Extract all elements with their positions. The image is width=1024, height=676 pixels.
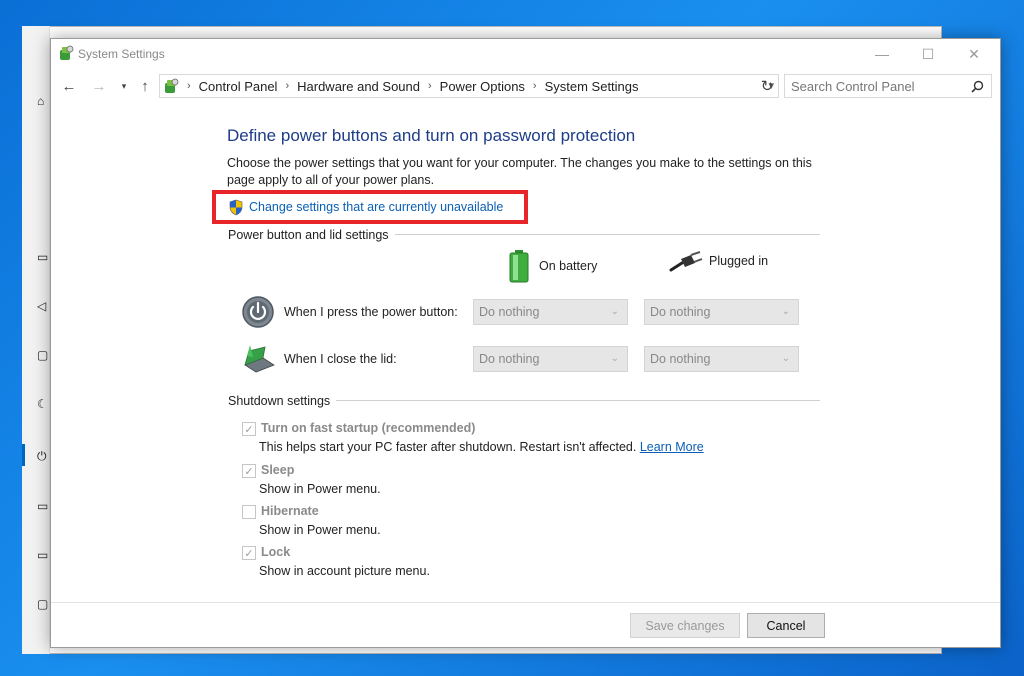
sleep-label: Sleep — [261, 463, 295, 477]
lock-description: Show in account picture menu. — [259, 564, 430, 578]
focus-icon: ☾ — [37, 397, 48, 411]
forward-button[interactable]: → — [89, 76, 109, 96]
notifications-icon: ▢ — [37, 348, 49, 362]
power-button-row: When I press the power button: — [241, 295, 458, 329]
close-lid-label: When I close the lid: — [284, 352, 397, 366]
laptop-lid-icon — [244, 345, 275, 373]
on-battery-label: On battery — [539, 259, 598, 273]
power-section-title: Power button and lid settings — [228, 228, 395, 242]
breadcrumb-separator-icon: › — [285, 80, 290, 92]
search-box[interactable] — [784, 74, 992, 98]
hibernate-checkbox[interactable] — [242, 505, 256, 519]
power-button-plugged-select[interactable]: Do nothing ⌄ — [644, 299, 799, 325]
forward-arrow-icon: → — [91, 77, 107, 95]
sleep-checkbox[interactable]: ✓ — [242, 464, 256, 478]
close-button[interactable]: ✕ — [951, 39, 997, 69]
select-value: Do nothing — [479, 352, 540, 366]
close-lid-plugged-select[interactable]: Do nothing ⌄ — [644, 346, 799, 372]
on-battery-header: On battery — [507, 249, 597, 283]
control-panel-icon — [60, 45, 74, 60]
up-arrow-icon: ↑ — [141, 77, 149, 95]
search-icon[interactable] — [971, 80, 984, 93]
multitasking-icon: ▢ — [37, 597, 49, 611]
close-lid-row: When I close the lid: — [241, 343, 397, 375]
chevron-down-icon: ⌄ — [610, 353, 619, 364]
checkmark-icon: ✓ — [244, 547, 254, 560]
change-settings-link[interactable]: Change settings that are currently unava… — [249, 200, 503, 214]
storage-icon: ▭ — [37, 499, 49, 513]
lock-checkbox[interactable]: ✓ — [242, 546, 256, 560]
fast-startup-label: Turn on fast startup (recommended) — [261, 421, 476, 435]
refresh-icon: ↻ — [760, 78, 774, 95]
checkmark-icon: ✓ — [244, 423, 254, 436]
recent-locations-button[interactable]: ▾ — [114, 76, 134, 96]
minimize-icon: — — [875, 46, 889, 62]
home-icon: ⌂ — [37, 94, 45, 108]
close-lid-battery-select[interactable]: Do nothing ⌄ — [473, 346, 628, 372]
control-panel-icon — [165, 78, 179, 93]
system-settings-window: System Settings — ☐ ✕ ← → ▾ ↑ › Control … — [50, 38, 1001, 648]
breadcrumb-system-settings[interactable]: System Settings — [545, 79, 639, 94]
close-icon: ✕ — [968, 45, 980, 62]
title-bar: System Settings — ☐ ✕ — [51, 39, 1000, 69]
minimize-button[interactable]: — — [859, 39, 905, 69]
footer-divider — [51, 602, 1000, 603]
chevron-down-icon: ⌄ — [610, 306, 619, 317]
back-button[interactable]: ← — [59, 76, 79, 96]
selected-indicator — [22, 444, 25, 466]
navigation-bar: ← → ▾ ↑ › Control Panel › Hardware and S… — [51, 73, 1000, 99]
learn-more-link[interactable]: Learn More — [640, 440, 704, 454]
change-settings-highlight: Change settings that are currently unava… — [212, 190, 528, 224]
uac-shield-icon — [229, 199, 243, 215]
search-input[interactable] — [791, 78, 967, 94]
power-button-battery-select[interactable]: Do nothing ⌄ — [473, 299, 628, 325]
fast-startup-checkbox[interactable]: ✓ — [242, 422, 256, 436]
shutdown-section-title: Shutdown settings — [228, 394, 337, 408]
window-title: System Settings — [78, 47, 165, 61]
breadcrumb-separator-icon: › — [532, 80, 537, 92]
select-value: Do nothing — [650, 305, 711, 319]
power-icon: ⏻ — [37, 449, 47, 463]
select-value: Do nothing — [650, 352, 711, 366]
refresh-button[interactable]: ↻ — [757, 76, 777, 96]
breadcrumb-power-options[interactable]: Power Options — [440, 79, 525, 94]
hibernate-label: Hibernate — [261, 504, 319, 518]
fast-startup-description: This helps start your PC faster after sh… — [259, 440, 704, 454]
chevron-down-icon: ⌄ — [781, 353, 790, 364]
tablet-icon: ▭ — [37, 548, 49, 562]
back-arrow-icon: ← — [61, 77, 77, 95]
breadcrumb-control-panel[interactable]: Control Panel — [199, 79, 278, 94]
power-plug-icon — [669, 251, 703, 272]
lock-label: Lock — [261, 545, 291, 559]
page-title: Define power buttons and turn on passwor… — [227, 126, 636, 145]
maximize-button[interactable]: ☐ — [905, 39, 951, 69]
fast-startup-desc-text: This helps start your PC faster after sh… — [259, 440, 637, 454]
cancel-button[interactable]: Cancel — [747, 613, 825, 638]
battery-icon — [509, 250, 529, 283]
power-button-icon — [242, 296, 274, 328]
sleep-description: Show in Power menu. — [259, 482, 381, 496]
breadcrumb-hardware-and-sound[interactable]: Hardware and Sound — [297, 79, 420, 94]
power-button-label: When I press the power button: — [284, 305, 458, 319]
breadcrumb-separator-icon: › — [187, 80, 191, 92]
breadcrumb-separator-icon: › — [427, 80, 432, 92]
address-bar[interactable]: › Control Panel › Hardware and Sound › P… — [159, 74, 779, 98]
sound-icon: ◁ — [37, 299, 47, 313]
maximize-icon: ☐ — [921, 45, 935, 62]
plugged-in-header: Plugged in — [669, 249, 768, 273]
chevron-down-icon: ▾ — [121, 80, 127, 91]
up-button[interactable]: ↑ — [135, 76, 155, 96]
select-value: Do nothing — [479, 305, 540, 319]
page-description: Choose the power settings that you want … — [227, 156, 812, 187]
plugged-in-label: Plugged in — [709, 254, 769, 268]
checkmark-icon: ✓ — [244, 465, 254, 478]
chevron-down-icon: ⌄ — [781, 306, 790, 317]
hibernate-description: Show in Power menu. — [259, 523, 381, 537]
display-icon: ▭ — [37, 250, 49, 264]
save-changes-button[interactable]: Save changes — [630, 613, 740, 638]
